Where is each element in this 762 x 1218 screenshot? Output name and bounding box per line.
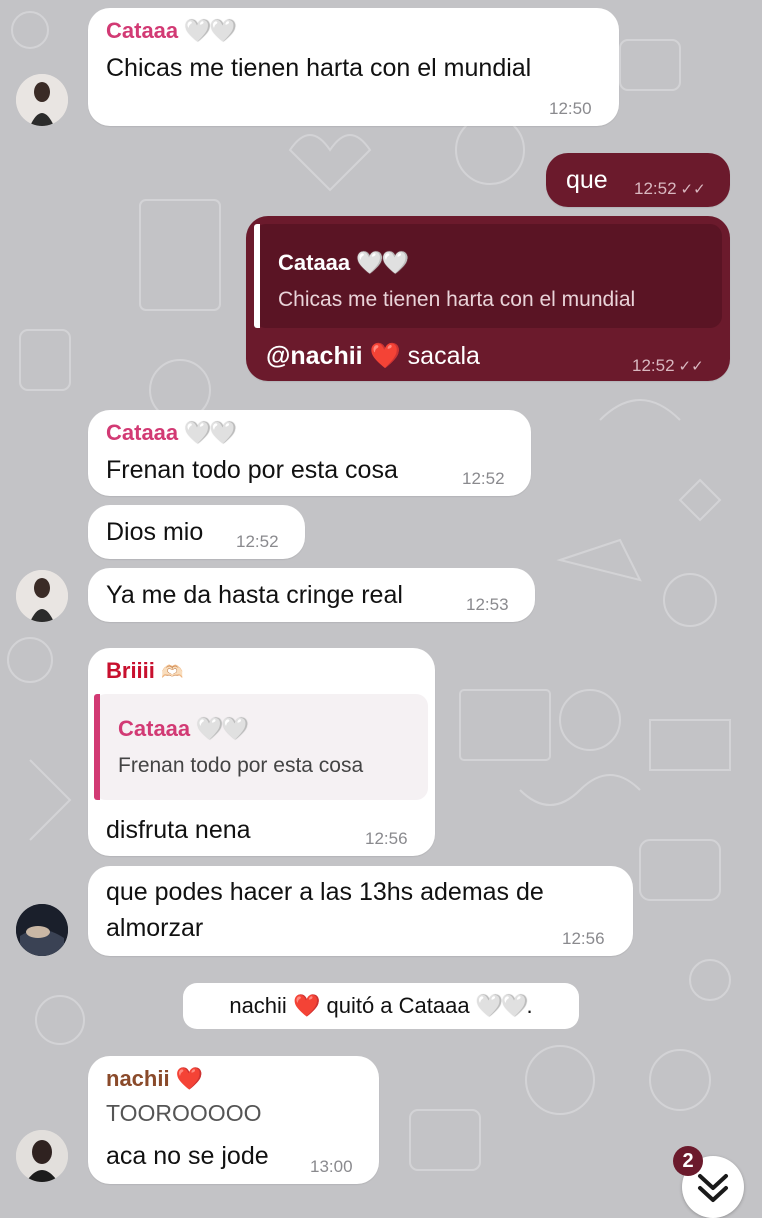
message-text: que (566, 166, 608, 194)
message-text-line2: aca no se jode (106, 1142, 269, 1170)
quote-text: Chicas me tienen harta con el mundial (278, 288, 636, 311)
message-text: disfruta nena (106, 816, 251, 844)
quote-sender: Cataaa 🤍🤍 (118, 716, 249, 741)
quote-sender: Cataaa 🤍🤍 (278, 250, 409, 275)
reply-quote[interactable]: Cataaa 🤍🤍 Frenan todo por esta cosa (94, 694, 428, 800)
message-bubble[interactable]: Cataaa 🤍🤍 Chicas me tienen harta con el … (88, 8, 619, 126)
sender-name: Cataaa 🤍🤍 (106, 18, 237, 43)
message-text: que podes hacer a las 13hs ademas de (106, 878, 544, 906)
message-time: 12:56 (365, 829, 408, 848)
sender-name: Briiii 🫶🏻 (106, 658, 184, 683)
outgoing-message-bubble[interactable]: que 12:52 ✓✓ (546, 153, 730, 207)
avatar[interactable] (16, 570, 68, 622)
double-check-icon: ✓✓ (680, 181, 706, 198)
reply-message-bubble[interactable]: Briiii 🫶🏻 Cataaa 🤍🤍 Frenan todo por esta… (88, 648, 435, 856)
quote-text: Frenan todo por esta cosa (118, 754, 364, 777)
message-text-line2: almorzar (106, 914, 204, 942)
mention-link[interactable]: @nachii (266, 342, 363, 370)
message-time: 12:52 ✓✓ (632, 356, 704, 375)
message-time: 13:00 (310, 1157, 353, 1176)
message-text: TOOROOOOO (106, 1100, 262, 1126)
message-time: 12:52 ✓✓ (634, 179, 706, 198)
message-time: 12:52 (236, 532, 279, 551)
service-actor[interactable]: nachii (229, 993, 286, 1018)
reply-quote[interactable]: Cataaa 🤍🤍 Chicas me tienen harta con el … (254, 224, 722, 328)
outgoing-reply-bubble[interactable]: Cataaa 🤍🤍 Chicas me tienen harta con el … (246, 216, 730, 381)
quote-bar (94, 694, 100, 800)
message-time: 12:50 (549, 99, 592, 118)
avatar[interactable] (16, 74, 68, 126)
message-time: 12:56 (562, 929, 605, 948)
message-time: 12:52 (462, 469, 505, 488)
message-text: @nachii ❤️ sacala (266, 342, 480, 370)
message-bubble[interactable]: Cataaa 🤍🤍 Frenan todo por esta cosa 12:5… (88, 410, 531, 496)
double-check-icon: ✓✓ (678, 358, 704, 375)
unread-count-badge: 2 (673, 1146, 703, 1176)
message-time: 12:53 (466, 595, 509, 614)
message-text: Chicas me tienen harta con el mundial (106, 54, 532, 82)
sender-name: Cataaa 🤍🤍 (106, 420, 237, 445)
message-bubble[interactable]: Dios mio 12:52 (88, 505, 305, 559)
avatar[interactable] (16, 1130, 68, 1182)
message-text: Ya me da hasta cringe real (106, 581, 403, 609)
message-bubble[interactable]: Ya me da hasta cringe real 12:53 (88, 568, 535, 622)
quote-bar (254, 224, 260, 328)
message-bubble[interactable]: nachii ❤️ TOOROOOOO aca no se jode 13:00 (88, 1056, 379, 1184)
message-bubble[interactable]: que podes hacer a las 13hs ademas de alm… (88, 866, 633, 956)
service-message: nachii ❤️ quitó a Cataaa 🤍🤍. (183, 983, 579, 1029)
avatar[interactable] (16, 904, 68, 956)
sender-name: nachii ❤️ (106, 1066, 204, 1091)
message-text: Dios mio (106, 518, 204, 546)
message-text: Frenan todo por esta cosa (106, 456, 398, 484)
service-target[interactable]: Cataaa (399, 993, 470, 1018)
